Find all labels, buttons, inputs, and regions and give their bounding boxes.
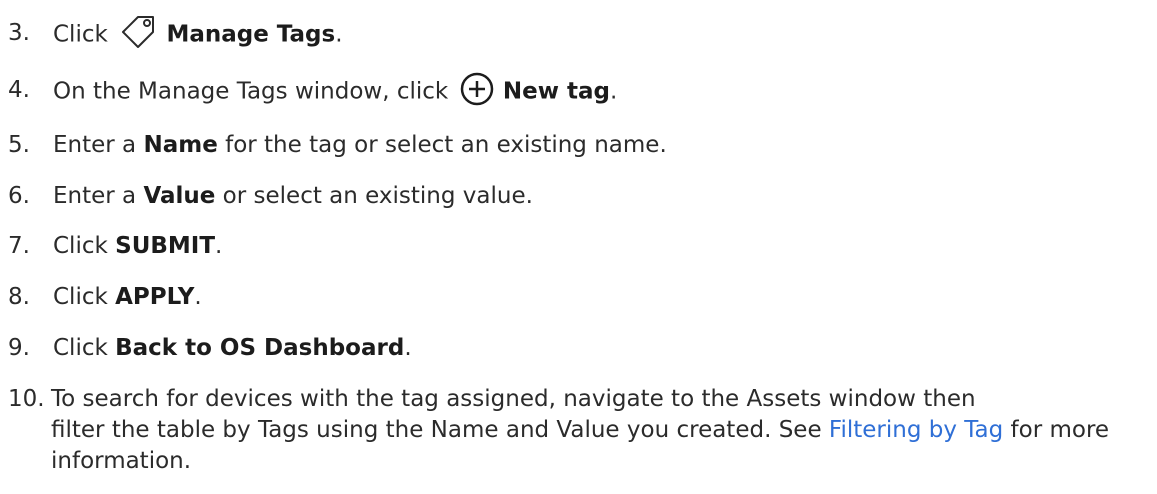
back-to-dashboard-label: Back to OS Dashboard <box>115 335 405 361</box>
apply-label: APPLY <box>115 284 195 310</box>
step-5: 5. Enter a Name for the tag or select an… <box>8 130 1148 161</box>
step-text: Click <box>53 284 116 310</box>
step-number: 8. <box>8 284 30 310</box>
step-text: Click <box>53 335 116 361</box>
step-10: 10. To search for devices with the tag a… <box>8 384 1148 477</box>
step-3: 3. Click Manage Tags. <box>8 16 1148 52</box>
value-label: Value <box>143 183 216 209</box>
step-text-line-2: filter the table by Tags using the Name … <box>51 417 829 443</box>
step-9: 9. Click Back to OS Dashboard. <box>8 333 1148 364</box>
step-number: 5. <box>8 132 30 158</box>
step-text: Enter a <box>53 132 144 158</box>
filtering-by-tag-link[interactable]: Filtering by Tag <box>829 417 1003 443</box>
manage-tags-label: Manage Tags <box>166 21 336 48</box>
submit-label: SUBMIT <box>115 233 216 259</box>
step-number: 10. <box>8 386 45 412</box>
step-number: 6. <box>8 183 30 209</box>
tag-icon <box>122 16 155 48</box>
step-number: 9. <box>8 335 30 361</box>
step-6: 6. Enter a Value or select an existing v… <box>8 181 1148 212</box>
new-tag-label: New tag <box>502 78 610 105</box>
step-number: 4. <box>8 77 30 103</box>
step-text: Click <box>53 233 116 259</box>
step-8: 8. Click APPLY. <box>8 282 1148 313</box>
step-text: On the Manage Tags window, click <box>53 78 449 105</box>
step-text: Enter a <box>53 183 144 209</box>
name-label: Name <box>143 132 218 158</box>
step-7: 7. Click SUBMIT. <box>8 231 1148 262</box>
step-4: 4. On the Manage Tags window, click New … <box>8 72 1148 109</box>
plus-circle-icon <box>460 72 493 106</box>
step-number: 3. <box>8 20 30 46</box>
step-text-line-1: To search for devices with the tag assig… <box>51 386 976 412</box>
step-number: 7. <box>8 233 30 259</box>
step-text: Click <box>53 21 108 48</box>
